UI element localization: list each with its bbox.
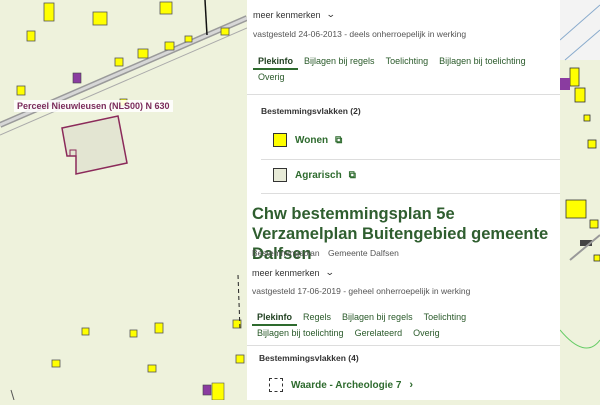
plan2-subtitle: Bestemmingsplan Gemeente Dalfsen xyxy=(252,248,399,258)
plan1-section-title: Bestemmingsvlakken (2) xyxy=(261,106,361,116)
chevron-right-icon: › xyxy=(409,379,414,391)
plan1-meer-kenmerken-label: meer kenmerken xyxy=(253,9,321,20)
plan2-meer-kenmerken-toggle[interactable]: meer kenmerken ⌄ xyxy=(252,267,335,278)
divider xyxy=(247,345,560,346)
plan2-section-title: Bestemmingsvlakken (4) xyxy=(259,353,359,363)
tab-regels[interactable]: Regels xyxy=(298,310,336,326)
swatch-archeologie xyxy=(269,378,283,392)
tab-overig[interactable]: Overig xyxy=(408,326,445,340)
info-panel: meer kenmerken ⌄ vastgesteld 24-06-2013 … xyxy=(247,0,560,400)
map-canvas-right[interactable] xyxy=(559,0,600,400)
chevron-down-icon: ⌄ xyxy=(325,9,336,19)
external-link-icon[interactable]: ⧉ xyxy=(335,135,342,146)
plan2-status: vastgesteld 17-06-2019 - geheel onherroe… xyxy=(252,286,471,296)
tab-gerelateerd[interactable]: Gerelateerd xyxy=(350,326,408,340)
map-view[interactable]: Perceel Nieuwleusen (NLS00) N 630 xyxy=(0,0,249,401)
tab-bijlagen-bij-regels[interactable]: Bijlagen bij regels xyxy=(299,54,380,70)
vlak-wonen-label: Wonen xyxy=(295,134,329,146)
tab-plekinfo[interactable]: Plekinfo xyxy=(253,54,299,70)
vlak-wonen[interactable]: Wonen ⧉ xyxy=(273,133,342,147)
vlak-archeologie-label: Waarde - Archeologie 7 xyxy=(291,379,402,391)
tab-bijlagen-bij-regels[interactable]: Bijlagen bij regels xyxy=(337,310,418,326)
map-canvas[interactable] xyxy=(0,0,249,401)
swatch-agrarisch xyxy=(273,168,287,182)
divider xyxy=(261,193,560,194)
vlak-agrarisch[interactable]: Agrarisch ⧉ xyxy=(273,168,356,182)
map-view-right[interactable] xyxy=(559,0,600,400)
plan1-meer-kenmerken-toggle[interactable]: meer kenmerken ⌄ xyxy=(253,9,336,20)
chevron-down-icon: ⌄ xyxy=(324,267,335,277)
vlak-waarde-archeologie-7[interactable]: Waarde - Archeologie 7 › xyxy=(269,378,413,392)
parcel-label: Perceel Nieuwleusen (NLS00) N 630 xyxy=(14,100,173,112)
plan1-status: vastgesteld 24-06-2013 - deels onherroep… xyxy=(253,29,467,39)
tab-bijlagen-bij-toelichting[interactable]: Bijlagen bij toelichting xyxy=(434,54,531,70)
tab-toelichting[interactable]: Toelichting xyxy=(381,54,434,70)
vlak-agrarisch-label: Agrarisch xyxy=(295,169,342,181)
tab-toelichting[interactable]: Toelichting xyxy=(419,310,472,326)
divider xyxy=(261,159,560,160)
divider xyxy=(247,94,560,95)
external-link-icon[interactable]: ⧉ xyxy=(349,170,356,181)
plan2-tabs: Plekinfo Regels Bijlagen bij regels Toel… xyxy=(252,310,557,340)
plan2-type: Bestemmingsplan xyxy=(252,248,320,258)
tab-plekinfo[interactable]: Plekinfo xyxy=(252,310,298,326)
plan1-tabs: Plekinfo Bijlagen bij regels Toelichting… xyxy=(253,54,560,84)
plan2-meer-kenmerken-label: meer kenmerken xyxy=(252,267,320,278)
swatch-wonen xyxy=(273,133,287,147)
plan2-gemeente: Gemeente Dalfsen xyxy=(327,248,399,258)
tab-overig[interactable]: Overig xyxy=(253,70,290,84)
tab-bijlagen-bij-toelichting[interactable]: Bijlagen bij toelichting xyxy=(252,326,349,340)
